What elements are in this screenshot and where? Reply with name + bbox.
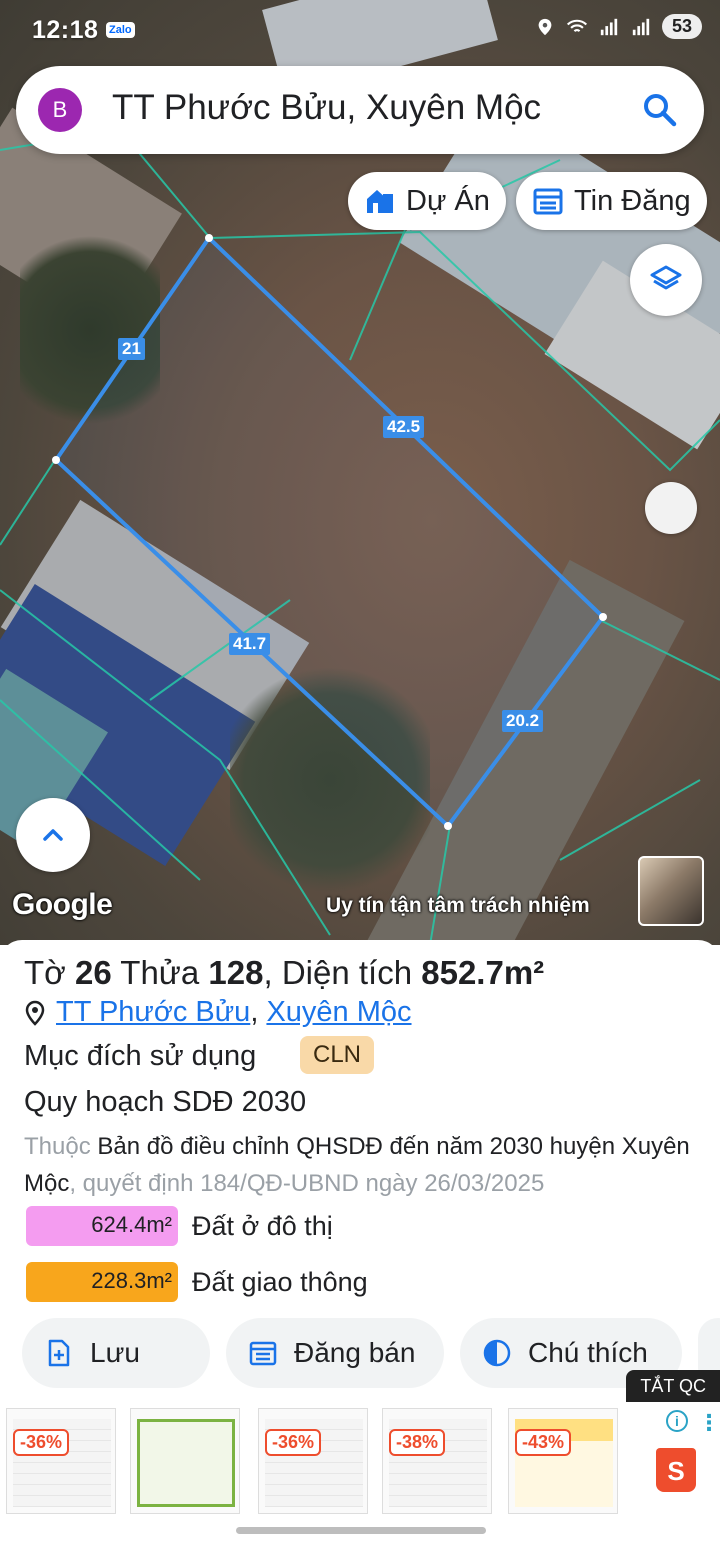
status-time: 12:18 bbox=[32, 16, 99, 44]
zalo-notification-icon: Zalo bbox=[106, 22, 135, 38]
edge-label-bottom-right: 20.2 bbox=[502, 710, 544, 732]
edge-label-top-right: 42.5 bbox=[383, 416, 425, 438]
shopee-logo-icon[interactable]: S bbox=[656, 1448, 696, 1492]
google-logo: Google bbox=[12, 888, 113, 921]
location-pin-icon bbox=[25, 1000, 45, 1026]
edge-label-bottom-left: 41.7 bbox=[229, 633, 271, 655]
contrast-icon bbox=[483, 1339, 511, 1367]
post-button-label: Đăng bán bbox=[294, 1337, 416, 1368]
plan-decision: , quyết định 184/QĐ-UBND ngày 26/03/2025 bbox=[69, 1170, 545, 1197]
lot-number: 128 bbox=[208, 954, 264, 991]
advertiser-photo[interactable] bbox=[638, 856, 704, 926]
building-icon bbox=[367, 190, 393, 213]
parcel-summary: Tờ 26 Thửa 128, Diện tích 852.7m² bbox=[24, 954, 544, 992]
ad-product-size-table[interactable]: -36% bbox=[258, 1408, 368, 1514]
purpose-code-badge: CLN bbox=[300, 1036, 375, 1074]
status-icons: 53 bbox=[534, 14, 702, 39]
projects-chip-label: Dự Án bbox=[406, 184, 490, 217]
area-label: , Diện tích bbox=[263, 954, 413, 991]
status-bar: 12:18 Zalo 53 bbox=[0, 0, 720, 62]
plan-description: Thuộc Bản đồ điều chỉnh QHSDĐ đến năm 20… bbox=[24, 1128, 704, 1202]
expand-up-button[interactable] bbox=[16, 798, 90, 872]
post-for-sale-button[interactable]: Đăng bán bbox=[226, 1318, 444, 1388]
listings-chip[interactable]: Tin Đăng bbox=[516, 172, 707, 230]
ad-product-shoe[interactable]: -43% bbox=[508, 1408, 618, 1514]
action-buttons: Lưu Đăng bán Chú thích bbox=[22, 1318, 720, 1388]
add-document-icon bbox=[48, 1339, 70, 1367]
wifi-icon bbox=[566, 19, 588, 32]
ad-thumbnail bbox=[137, 1419, 235, 1507]
plan-title: Quy hoạch SDĐ 2030 bbox=[24, 1086, 307, 1118]
zone-label: Đất ở đô thị bbox=[192, 1210, 333, 1241]
slogan-text: Uy tín tận tâm trách nhiệm bbox=[326, 894, 590, 917]
listing-icon bbox=[533, 188, 563, 215]
ad-product-green-chart[interactable] bbox=[130, 1408, 240, 1514]
legend-button-label: Chú thích bbox=[528, 1337, 648, 1368]
parcel-info-panel: Tờ 26 Thửa 128, Diện tích 852.7m² TT Phư… bbox=[0, 940, 720, 1388]
ad-info-icon[interactable]: i bbox=[666, 1410, 688, 1432]
map-view[interactable]: 21 42.5 41.7 20.2 12:18 Zalo 53 B TT Phư… bbox=[0, 0, 720, 945]
ad-banner[interactable]: TẮT QC -36% -36% -38% -43% i ⋮ S bbox=[0, 1370, 720, 1546]
lot-label: Thửa bbox=[120, 954, 200, 991]
listings-chip-label: Tin Đăng bbox=[574, 184, 691, 217]
save-button-label: Lưu bbox=[90, 1337, 140, 1368]
sheet-label: Tờ bbox=[24, 954, 66, 991]
zone-area-badge: 228.3m² bbox=[26, 1262, 178, 1302]
zone-row-traffic: 228.3m² Đất giao thông bbox=[26, 1262, 368, 1302]
close-ad-button[interactable]: TẮT QC bbox=[626, 1370, 720, 1402]
search-bar[interactable]: B TT Phước Bửu, Xuyên Mộc bbox=[16, 66, 704, 154]
commune-link[interactable]: TT Phước Bửu bbox=[56, 996, 250, 1028]
plan-prefix: Thuộc bbox=[24, 1133, 91, 1160]
save-button[interactable]: Lưu bbox=[22, 1318, 210, 1388]
location-separator: , bbox=[250, 996, 259, 1028]
chevron-up-icon bbox=[43, 829, 63, 841]
projects-chip[interactable]: Dự Án bbox=[348, 172, 506, 230]
zone-label: Đất giao thông bbox=[192, 1266, 368, 1297]
layers-icon bbox=[650, 265, 682, 290]
screen: 21 42.5 41.7 20.2 12:18 Zalo 53 B TT Phư… bbox=[0, 0, 720, 1546]
location-icon bbox=[538, 18, 552, 35]
layers-button[interactable] bbox=[630, 244, 702, 316]
avatar[interactable]: B bbox=[38, 88, 82, 132]
ad-more-icon[interactable]: ⋮ bbox=[698, 1410, 720, 1436]
signal-icon-1 bbox=[600, 18, 618, 35]
discount-badge: -38% bbox=[389, 1429, 446, 1456]
listing-icon bbox=[249, 1341, 277, 1366]
search-query[interactable]: TT Phước Bửu, Xuyên Mộc bbox=[112, 88, 541, 128]
purpose-label: Mục đích sử dụng bbox=[24, 1040, 257, 1072]
ad-product-foot-chart[interactable]: -38% bbox=[382, 1408, 492, 1514]
discount-badge: -43% bbox=[515, 1429, 572, 1456]
ad-product-size-chart[interactable]: -36% bbox=[6, 1408, 116, 1514]
sheet-number: 26 bbox=[74, 954, 112, 991]
discount-badge: -36% bbox=[13, 1429, 70, 1456]
district-link[interactable]: Xuyên Mộc bbox=[266, 996, 411, 1028]
edge-label-top-left: 21 bbox=[118, 338, 145, 360]
home-indicator[interactable] bbox=[236, 1527, 486, 1534]
zone-area-badge: 624.4m² bbox=[26, 1206, 178, 1246]
search-icon[interactable] bbox=[642, 92, 678, 128]
signal-icon-2 bbox=[632, 18, 650, 35]
battery-indicator: 53 bbox=[661, 14, 702, 39]
map-handle-button[interactable] bbox=[645, 482, 697, 534]
area-value: 852.7m² bbox=[421, 954, 545, 991]
location-line: TT Phước Bửu, Xuyên Mộc bbox=[24, 996, 412, 1029]
zone-row-urban: 624.4m² Đất ở đô thị bbox=[26, 1206, 333, 1246]
discount-badge: -36% bbox=[265, 1429, 322, 1456]
